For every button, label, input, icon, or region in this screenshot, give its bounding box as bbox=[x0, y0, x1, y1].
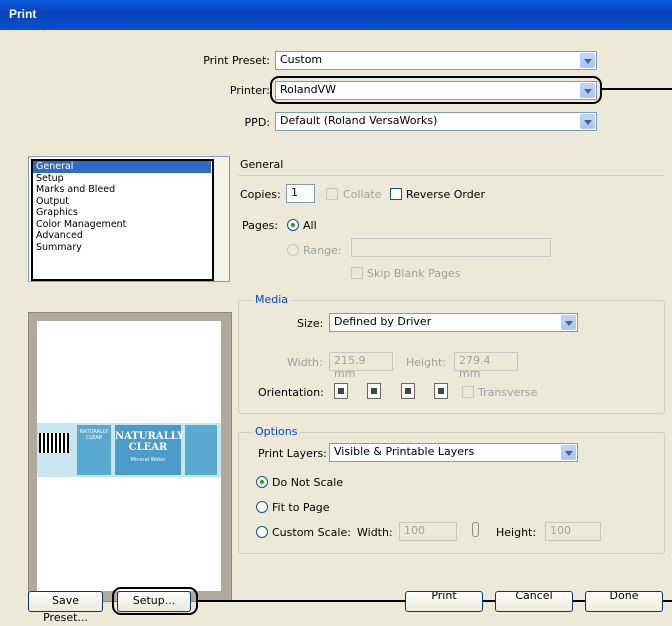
reverse-order-checkbox[interactable] bbox=[390, 188, 402, 200]
do-not-scale-radio[interactable] bbox=[256, 476, 268, 488]
chevron-down-icon[interactable] bbox=[580, 53, 595, 68]
custom-scale-radio[interactable] bbox=[256, 526, 268, 538]
section-item-general[interactable]: General bbox=[33, 161, 211, 173]
ppd-label: PPD: bbox=[244, 116, 270, 129]
size-label: Size: bbox=[297, 317, 324, 330]
pages-label: Pages: bbox=[242, 219, 279, 232]
section-item-setup[interactable]: Setup bbox=[33, 173, 211, 185]
product-name: Mineral Water bbox=[130, 457, 166, 463]
ppd-value: Default (Roland VersaWorks) bbox=[280, 114, 438, 127]
print-preset-select[interactable]: Custom bbox=[275, 51, 597, 70]
portrait-orientation-icon[interactable] bbox=[334, 383, 348, 399]
printer-label: Printer: bbox=[229, 84, 270, 97]
fit-to-page-label: Fit to Page bbox=[272, 501, 330, 514]
transverse-label: Transverse bbox=[478, 386, 538, 399]
width-label: Width: bbox=[287, 356, 323, 369]
media-width-input[interactable]: 215.9 mm bbox=[329, 352, 393, 380]
scale-width-input[interactable]: 100 bbox=[399, 522, 457, 541]
size-select[interactable]: Defined by Driver bbox=[329, 313, 578, 332]
section-item-advanced[interactable]: Advanced bbox=[33, 230, 211, 242]
page-preview: NATURALLY CLEAR NATURALLY CLEAR Mineral … bbox=[28, 312, 232, 602]
reverse-landscape-orientation-icon[interactable] bbox=[434, 383, 448, 399]
pages-all-radio[interactable] bbox=[287, 219, 299, 231]
pages-range-label: Range: bbox=[303, 244, 342, 257]
landscape-orientation-icon[interactable] bbox=[367, 383, 381, 399]
barcode-icon bbox=[39, 433, 69, 453]
section-item-marks-and-bleed[interactable]: Marks and Bleed bbox=[33, 184, 211, 196]
media-height-input[interactable]: 279.4 mm bbox=[454, 352, 518, 380]
brand-main: NATURALLY bbox=[115, 431, 185, 442]
section-item-graphics[interactable]: Graphics bbox=[33, 207, 211, 219]
do-not-scale-label: Do Not Scale bbox=[272, 476, 344, 489]
label-panel-center: NATURALLY CLEAR Mineral Water bbox=[115, 425, 185, 475]
reverse-order-label: Reverse Order bbox=[406, 188, 485, 201]
window-title: Print bbox=[9, 7, 37, 21]
label-panel-left: NATURALLY CLEAR bbox=[77, 425, 111, 475]
options-title: Options bbox=[252, 425, 301, 438]
label-panel-right bbox=[185, 425, 217, 475]
copies-label: Copies: bbox=[240, 188, 281, 201]
print-layers-select[interactable]: Visible & Printable Layers bbox=[329, 443, 578, 462]
small-brand-sub: CLEAR bbox=[85, 435, 103, 441]
print-preset-label: Print Preset: bbox=[203, 54, 270, 67]
collate-checkbox[interactable] bbox=[326, 188, 338, 200]
chevron-down-icon[interactable] bbox=[561, 315, 576, 330]
done-button[interactable]: Done bbox=[585, 591, 663, 612]
cancel-button[interactable]: Cancel bbox=[495, 591, 573, 612]
chevron-down-icon[interactable] bbox=[561, 445, 576, 460]
pages-range-radio[interactable] bbox=[287, 244, 299, 256]
print-layers-label: Print Layers: bbox=[258, 447, 327, 460]
reverse-portrait-orientation-icon[interactable] bbox=[401, 383, 415, 399]
scale-height-label: Height: bbox=[496, 526, 537, 539]
section-list[interactable]: General Setup Marks and Bleed Output Gra… bbox=[28, 156, 230, 282]
link-icon[interactable] bbox=[472, 522, 479, 537]
setup-callout bbox=[112, 587, 198, 615]
brand-sub: CLEAR bbox=[128, 442, 168, 453]
label-artwork: NATURALLY CLEAR NATURALLY CLEAR Mineral … bbox=[37, 423, 221, 477]
fit-to-page-radio[interactable] bbox=[256, 501, 268, 513]
size-value: Defined by Driver bbox=[334, 315, 432, 328]
title-bar bbox=[0, 0, 672, 30]
printer-callout-line bbox=[602, 88, 672, 90]
section-item-summary[interactable]: Summary bbox=[33, 242, 211, 254]
list-scrollbar[interactable] bbox=[214, 157, 229, 281]
orientation-label: Orientation: bbox=[258, 386, 324, 399]
media-title: Media bbox=[252, 293, 292, 306]
section-item-color-management[interactable]: Color Management bbox=[33, 219, 211, 231]
print-button[interactable]: Print bbox=[405, 591, 483, 612]
general-heading: General bbox=[240, 158, 284, 171]
chevron-down-icon[interactable] bbox=[580, 114, 595, 129]
print-preset-value: Custom bbox=[280, 53, 323, 66]
print-layers-value: Visible & Printable Layers bbox=[334, 445, 475, 458]
ppd-select[interactable]: Default (Roland VersaWorks) bbox=[275, 112, 597, 131]
section-item-output[interactable]: Output bbox=[33, 196, 211, 208]
general-divider bbox=[238, 175, 664, 176]
height-label: Height: bbox=[406, 356, 447, 369]
custom-scale-label: Custom Scale: bbox=[272, 526, 351, 539]
pages-range-input[interactable] bbox=[351, 238, 551, 257]
scale-height-input[interactable]: 100 bbox=[545, 522, 601, 541]
skip-blank-checkbox[interactable] bbox=[351, 267, 363, 279]
printer-callout bbox=[270, 76, 602, 104]
scale-width-label: Width: bbox=[357, 526, 393, 539]
save-preset-button[interactable]: Save Preset... bbox=[28, 591, 103, 624]
skip-blank-label: Skip Blank Pages bbox=[367, 267, 461, 280]
copies-input[interactable]: 1 bbox=[286, 184, 315, 203]
transverse-checkbox[interactable] bbox=[462, 386, 474, 398]
collate-label: Collate bbox=[343, 188, 382, 201]
preview-page: NATURALLY CLEAR NATURALLY CLEAR Mineral … bbox=[37, 321, 221, 591]
pages-all-label: All bbox=[303, 219, 317, 232]
